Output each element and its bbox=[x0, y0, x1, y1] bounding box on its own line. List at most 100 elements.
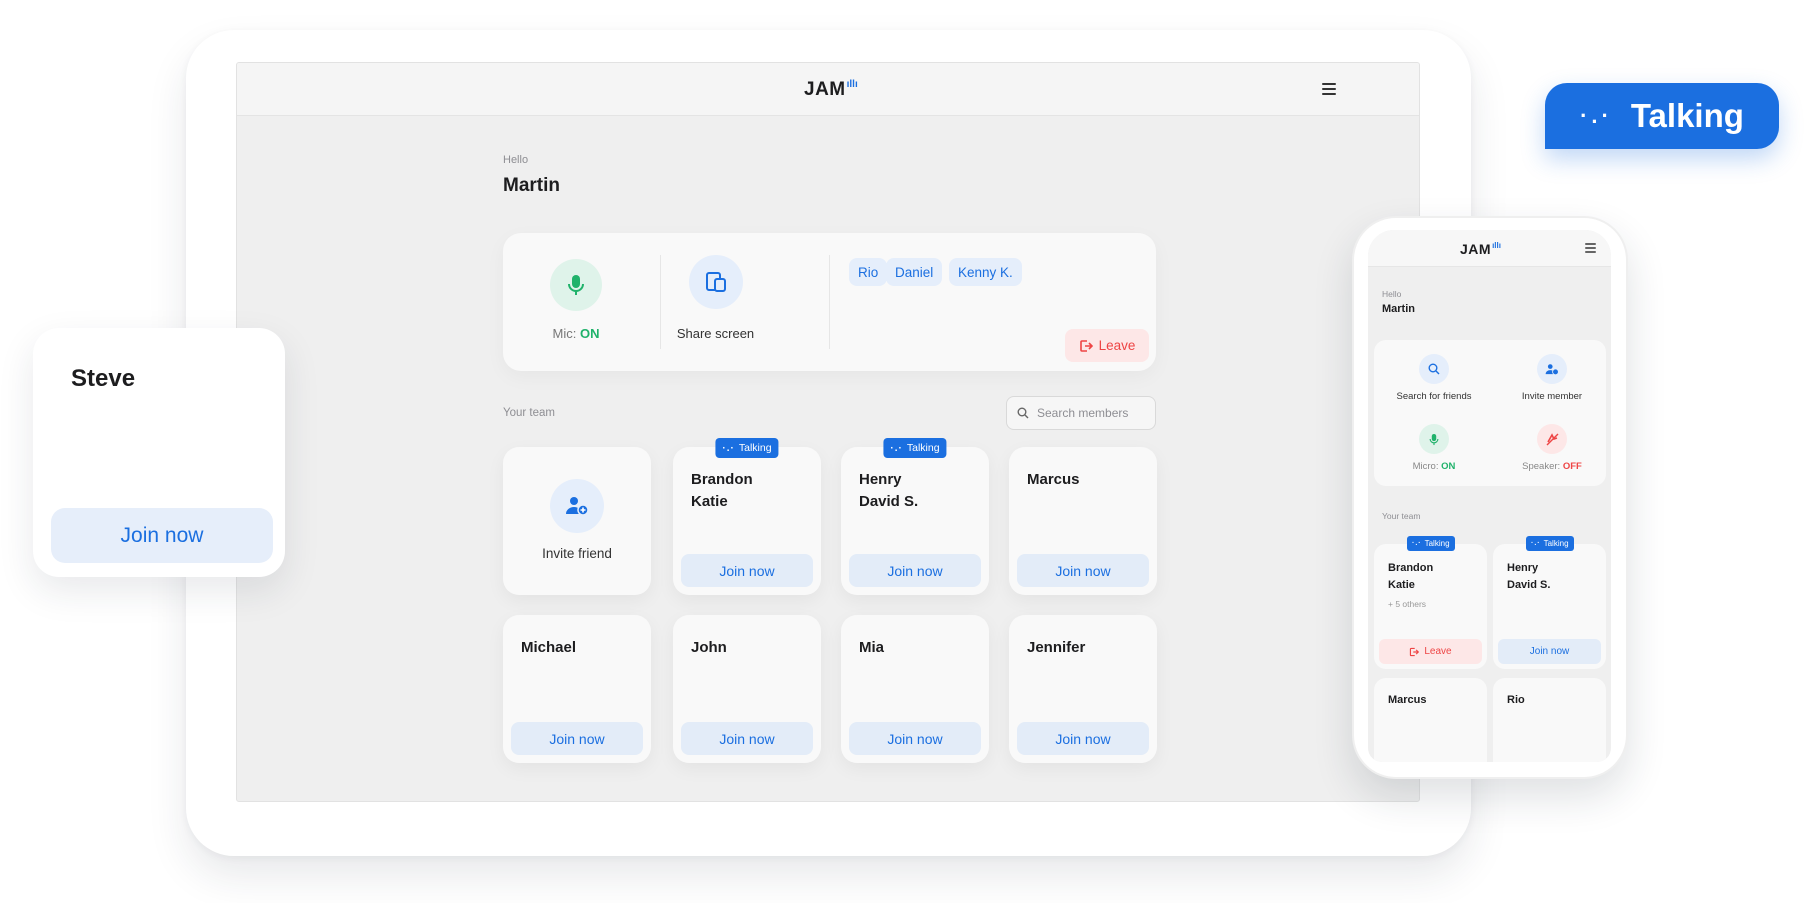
leave-button[interactable]: Leave bbox=[1379, 639, 1482, 664]
call-controls-card: Mic: ON Share screen Rio Daniel Kenny K.… bbox=[503, 233, 1156, 371]
member-name: David S. bbox=[859, 493, 919, 510]
logo-text: JAM bbox=[1460, 241, 1492, 257]
invite-friend-label: Invite friend bbox=[542, 546, 612, 561]
participant-chip[interactable]: Kenny K. bbox=[949, 258, 1022, 286]
leave-label: Leave bbox=[1098, 338, 1136, 353]
search-placeholder: Search members bbox=[1037, 406, 1129, 420]
talking-dots-icon: ·.· bbox=[722, 442, 735, 454]
add-user-icon bbox=[566, 497, 589, 516]
leave-label: Leave bbox=[1424, 646, 1452, 657]
talking-label: Talking bbox=[1424, 539, 1450, 548]
speaker-state: OFF bbox=[1562, 461, 1582, 472]
menu-icon[interactable] bbox=[1322, 83, 1336, 98]
search-friends-button[interactable] bbox=[1419, 354, 1449, 384]
search-friends-label: Search for friends bbox=[1396, 391, 1472, 402]
share-screen-button[interactable] bbox=[689, 255, 743, 309]
mobile-greeting-name: Martin bbox=[1382, 303, 1415, 315]
menu-icon[interactable] bbox=[1585, 243, 1596, 256]
mobile-team-card: Rio bbox=[1493, 678, 1606, 762]
search-input[interactable]: Search members bbox=[1006, 396, 1156, 430]
member-name: Jennifer bbox=[1027, 639, 1086, 656]
mobile-actions-card: Search for friends Invite member Micro: … bbox=[1374, 340, 1606, 486]
mobile-team-card: ·.· Talking Brandon Katie + 5 others Leav… bbox=[1374, 536, 1487, 669]
card-names: Mia bbox=[859, 637, 884, 659]
talking-badge: ·.· Talking bbox=[715, 438, 779, 458]
member-name: Mia bbox=[859, 639, 885, 656]
mic-icon bbox=[1429, 433, 1439, 445]
join-now-button[interactable]: Join now bbox=[1017, 722, 1149, 755]
speaker-button[interactable] bbox=[1537, 424, 1567, 454]
team-card: John Join now bbox=[673, 615, 821, 763]
micro-label: Micro: ON bbox=[1374, 461, 1494, 472]
member-name: Michael bbox=[521, 639, 577, 656]
mobile-team-card: Marcus bbox=[1374, 678, 1487, 762]
invite-friend-card[interactable]: Invite friend bbox=[503, 447, 651, 595]
app-logo: JAMıllı bbox=[804, 79, 858, 101]
member-name: Steve bbox=[71, 365, 136, 392]
mobile-app-screen: JAMıllı Hello Martin Search for friends … bbox=[1368, 230, 1611, 762]
mobile-top-bar: JAMıllı bbox=[1368, 230, 1611, 267]
share-screen-label: Share screen bbox=[676, 326, 755, 341]
team-card: Michael Join now bbox=[503, 615, 651, 763]
team-card: Jennifer Join now bbox=[1009, 615, 1157, 763]
member-name: Brandon bbox=[1388, 562, 1434, 574]
invite-friend-button[interactable] bbox=[550, 479, 604, 533]
divider bbox=[829, 255, 830, 349]
add-user-icon bbox=[1545, 363, 1559, 375]
app-logo: JAMıllı bbox=[1460, 241, 1501, 257]
join-now-button[interactable]: Join now bbox=[1017, 554, 1149, 587]
search-icon bbox=[1428, 363, 1440, 375]
speaker-label-prefix: Speaker: bbox=[1522, 461, 1561, 472]
card-names: Brandon Katie bbox=[691, 469, 753, 513]
search-icon bbox=[1017, 407, 1029, 419]
talking-pill-label: Talking bbox=[1630, 97, 1744, 134]
mic-label: Mic: ON bbox=[523, 326, 629, 341]
greeting-name: Martin bbox=[503, 175, 560, 196]
join-now-button[interactable]: Join now bbox=[849, 722, 981, 755]
talking-pill: ·.· Talking bbox=[1545, 83, 1779, 149]
leave-icon bbox=[1410, 647, 1420, 656]
team-card: Marcus Join now bbox=[1009, 447, 1157, 595]
join-now-button[interactable]: Join now bbox=[511, 722, 643, 755]
mobile-team-label: Your team bbox=[1382, 511, 1421, 521]
member-name: David S. bbox=[1507, 579, 1551, 591]
mic-label-prefix: Mic: bbox=[552, 326, 577, 341]
top-bar: JAMıllı bbox=[237, 63, 1419, 116]
micro-label-prefix: Micro: bbox=[1412, 461, 1439, 472]
member-name: Katie bbox=[691, 493, 728, 510]
team-section-label: Your team bbox=[503, 407, 555, 419]
talking-dots-icon: ·.· bbox=[890, 442, 903, 454]
talking-badge: ·.· Talking bbox=[883, 438, 947, 458]
card-names: Michael bbox=[521, 637, 576, 659]
join-now-button[interactable]: Join now bbox=[1498, 639, 1601, 664]
team-card: ·.· Talking Brandon Katie Join now bbox=[673, 438, 821, 595]
join-now-button[interactable]: Join now bbox=[849, 554, 981, 587]
card-names: Brandon Katie bbox=[1388, 560, 1433, 594]
card-names: John bbox=[691, 637, 727, 659]
card-names: Henry David S. bbox=[859, 469, 918, 513]
join-now-button[interactable]: Join now bbox=[51, 508, 273, 563]
member-name: Katie bbox=[1388, 579, 1415, 591]
mobile-team-card: ·.· Talking Henry David S. Join now bbox=[1493, 536, 1606, 669]
micro-button[interactable] bbox=[1419, 424, 1449, 454]
talking-badge: ·.· Talking bbox=[1526, 536, 1574, 551]
team-card: Mia Join now bbox=[841, 615, 989, 763]
card-names: Marcus bbox=[1027, 469, 1080, 491]
talking-label: Talking bbox=[906, 442, 940, 454]
mic-state: ON bbox=[579, 326, 600, 341]
join-now-button[interactable]: Join now bbox=[681, 722, 813, 755]
participant-chip[interactable]: Daniel bbox=[886, 258, 943, 286]
participant-chip[interactable]: Rio bbox=[849, 258, 888, 286]
mic-button[interactable] bbox=[550, 259, 602, 311]
leave-button[interactable]: Leave bbox=[1065, 329, 1149, 362]
join-now-button[interactable]: Join now bbox=[681, 554, 813, 587]
card-names: Jennifer bbox=[1027, 637, 1085, 659]
share-screen-icon bbox=[706, 272, 726, 292]
desktop-app-window: JAMıllı Hello Martin Mic: ON Share scree… bbox=[236, 62, 1420, 802]
micro-state: ON bbox=[1441, 461, 1456, 472]
invite-member-button[interactable] bbox=[1537, 354, 1567, 384]
member-name: Marcus bbox=[1388, 694, 1427, 706]
team-card: ·.· Talking Henry David S. Join now bbox=[841, 438, 989, 595]
member-name: Marcus bbox=[1027, 471, 1080, 488]
mobile-greeting-hello: Hello bbox=[1382, 289, 1402, 299]
